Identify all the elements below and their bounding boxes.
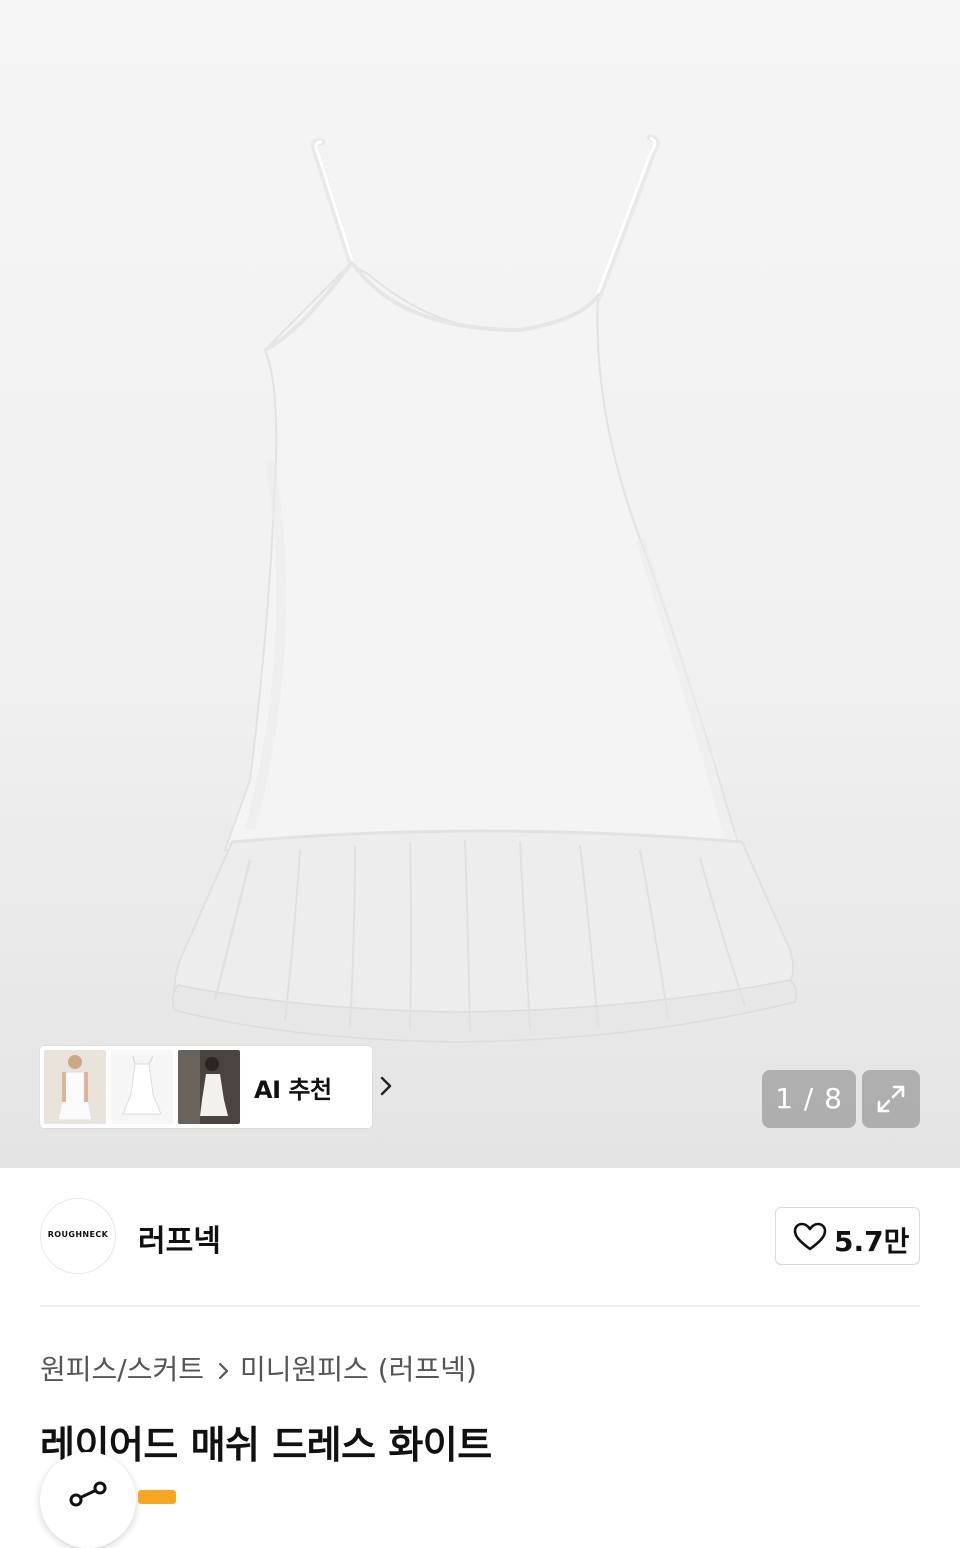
brand-logo-text: ROUGHNECK	[47, 1230, 109, 1239]
brand-name[interactable]: 러프넥	[138, 1216, 221, 1260]
breadcrumb: 원피스/스커트 미니원피스 (러프넥)	[40, 1348, 477, 1388]
thumbnail-model-front[interactable]	[44, 1050, 106, 1124]
like-button[interactable]: 5.7만	[775, 1207, 920, 1265]
image-counter: 1 / 8	[762, 1070, 856, 1128]
share-icon	[69, 1481, 107, 1507]
chevron-right-icon	[218, 1362, 229, 1380]
thumbnail-product-flat[interactable]	[111, 1050, 173, 1124]
share-button[interactable]	[40, 1452, 136, 1548]
ai-recommend-label[interactable]: AI 추천	[254, 1070, 332, 1105]
expand-icon	[877, 1085, 905, 1113]
like-count: 5.7만	[834, 1225, 910, 1258]
product-image	[171, 134, 798, 1043]
promo-badge	[138, 1490, 176, 1504]
breadcrumb-category[interactable]: 원피스/스커트	[40, 1353, 204, 1386]
expand-button[interactable]	[862, 1070, 920, 1128]
divider	[40, 1305, 920, 1307]
heart-icon	[793, 1222, 827, 1251]
chevron-right-icon	[380, 1076, 392, 1096]
breadcrumb-subcategory[interactable]: 미니원피스 (러프넥)	[240, 1353, 477, 1386]
product-image-gallery[interactable]: AI 추천 1 / 8	[0, 0, 960, 1168]
ai-recommend-panel[interactable]: AI 추천	[40, 1046, 392, 1128]
thumbnail-model-mirror[interactable]	[178, 1050, 240, 1124]
brand-logo[interactable]: ROUGHNECK	[40, 1198, 116, 1274]
